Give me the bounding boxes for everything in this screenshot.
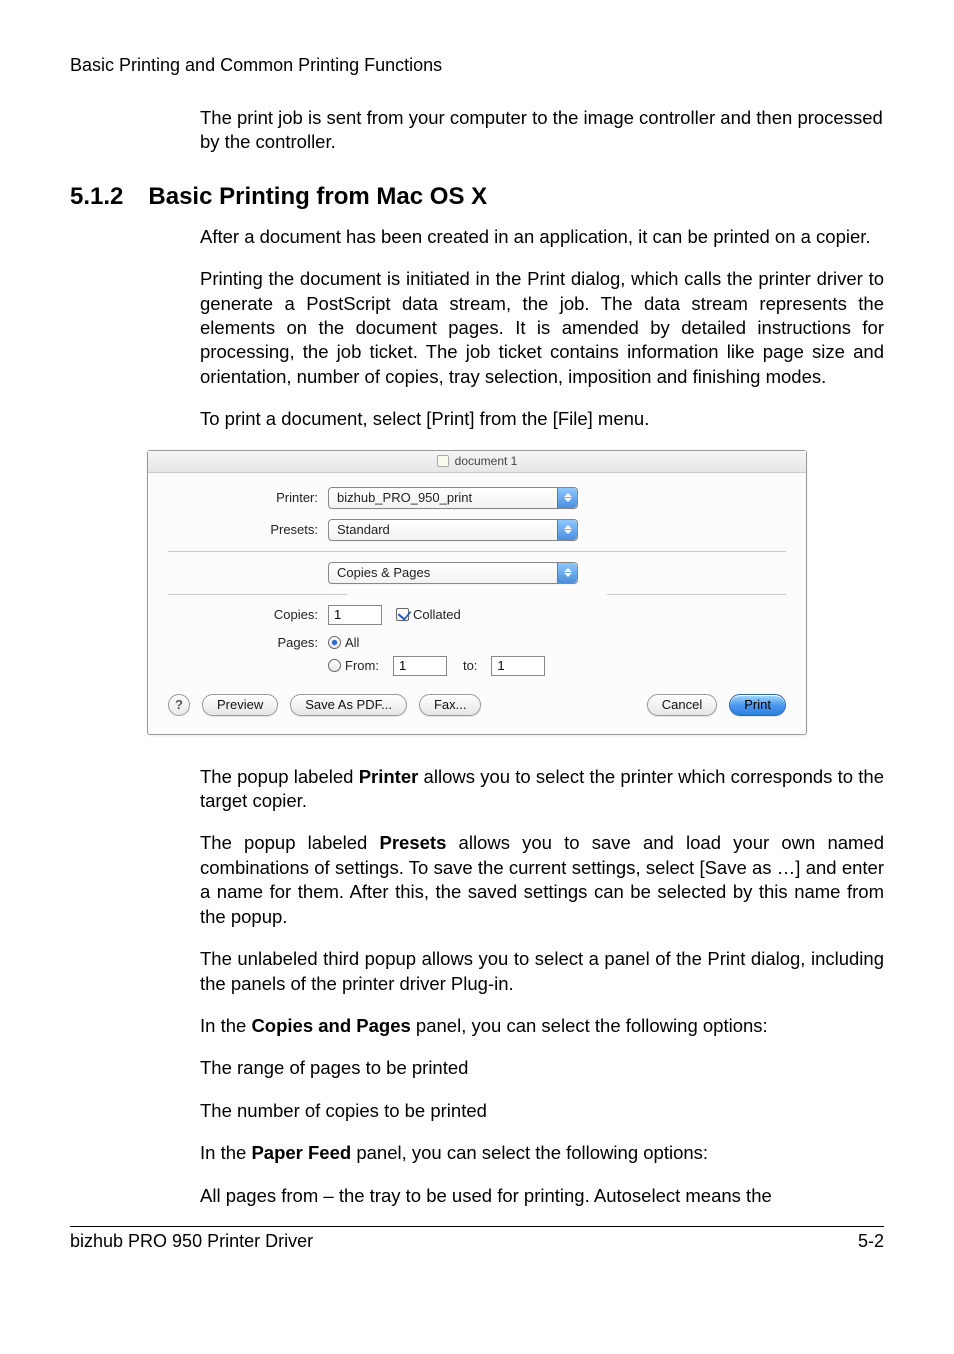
print-button[interactable]: Print	[729, 694, 786, 716]
after-point-allpages: All pages from – the tray to be used for…	[200, 1184, 884, 1208]
cancel-button[interactable]: Cancel	[647, 694, 717, 716]
preview-button[interactable]: Preview	[202, 694, 278, 716]
after-paragraph-printer: The popup labeled Printer allows you to …	[200, 765, 884, 814]
radio-icon	[328, 659, 341, 672]
document-icon	[437, 455, 449, 467]
section-number: 5.1.2	[70, 183, 123, 211]
popup-disclosure-icon	[557, 520, 577, 540]
paragraph-3: To print a document, select [Print] from…	[200, 407, 884, 431]
save-as-pdf-button[interactable]: Save As PDF...	[290, 694, 407, 716]
divider	[168, 551, 786, 552]
dialog-titlebar: document 1	[148, 451, 806, 473]
panel-popup[interactable]: Copies & Pages	[328, 562, 578, 584]
collated-checkbox[interactable]: Collated	[396, 607, 461, 622]
help-button[interactable]: ?	[168, 694, 190, 716]
pages-label: Pages:	[168, 635, 328, 650]
section-title: Basic Printing from Mac OS X	[148, 183, 487, 211]
pages-from-input[interactable]	[393, 656, 447, 676]
printer-popup[interactable]: bizhub_PRO_950_print	[328, 487, 578, 509]
after-point-range: The range of pages to be printed	[200, 1056, 884, 1080]
after-paragraph-paperfeed: In the Paper Feed panel, you can select …	[200, 1141, 884, 1165]
footer-left: bizhub PRO 950 Printer Driver	[70, 1231, 313, 1252]
footer-right: 5-2	[858, 1231, 884, 1252]
after-paragraph-presets: The popup labeled Presets allows you to …	[200, 831, 884, 929]
pages-to-label: to:	[463, 658, 477, 673]
fax-button[interactable]: Fax...	[419, 694, 482, 716]
running-header: Basic Printing and Common Printing Funct…	[70, 55, 884, 76]
panel-popup-value: Copies & Pages	[337, 565, 430, 580]
after-point-copies: The number of copies to be printed	[200, 1099, 884, 1123]
after-paragraph-copiespages: In the Copies and Pages panel, you can s…	[200, 1014, 884, 1038]
pages-to-input[interactable]	[491, 656, 545, 676]
pages-from-radio[interactable]: From: to:	[328, 656, 545, 676]
presets-popup-value: Standard	[337, 522, 390, 537]
pages-all-label: All	[345, 635, 359, 650]
copies-input[interactable]	[328, 605, 382, 625]
collated-label: Collated	[413, 607, 461, 622]
page-footer: bizhub PRO 950 Printer Driver 5-2	[70, 1226, 884, 1252]
presets-label: Presets:	[168, 522, 328, 537]
pages-from-label: From:	[345, 658, 379, 673]
radio-icon	[328, 636, 341, 649]
printer-popup-value: bizhub_PRO_950_print	[337, 490, 472, 505]
popup-disclosure-icon	[557, 563, 577, 583]
print-dialog: document 1 Printer: bizhub_PRO_950_print…	[147, 450, 807, 735]
dialog-title: document 1	[455, 454, 518, 468]
after-paragraph-panel: The unlabeled third popup allows you to …	[200, 947, 884, 996]
paragraph-2: Printing the document is initiated in th…	[200, 267, 884, 389]
intro-paragraph: The print job is sent from your computer…	[200, 106, 884, 155]
popup-disclosure-icon	[557, 488, 577, 508]
pages-all-radio[interactable]: All	[328, 635, 545, 650]
copies-label: Copies:	[168, 607, 328, 622]
divider-split	[168, 594, 786, 595]
section-heading: 5.1.2 Basic Printing from Mac OS X	[70, 183, 884, 211]
presets-popup[interactable]: Standard	[328, 519, 578, 541]
paragraph-1: After a document has been created in an …	[200, 225, 884, 249]
printer-label: Printer:	[168, 490, 328, 505]
checkbox-icon	[396, 608, 409, 621]
